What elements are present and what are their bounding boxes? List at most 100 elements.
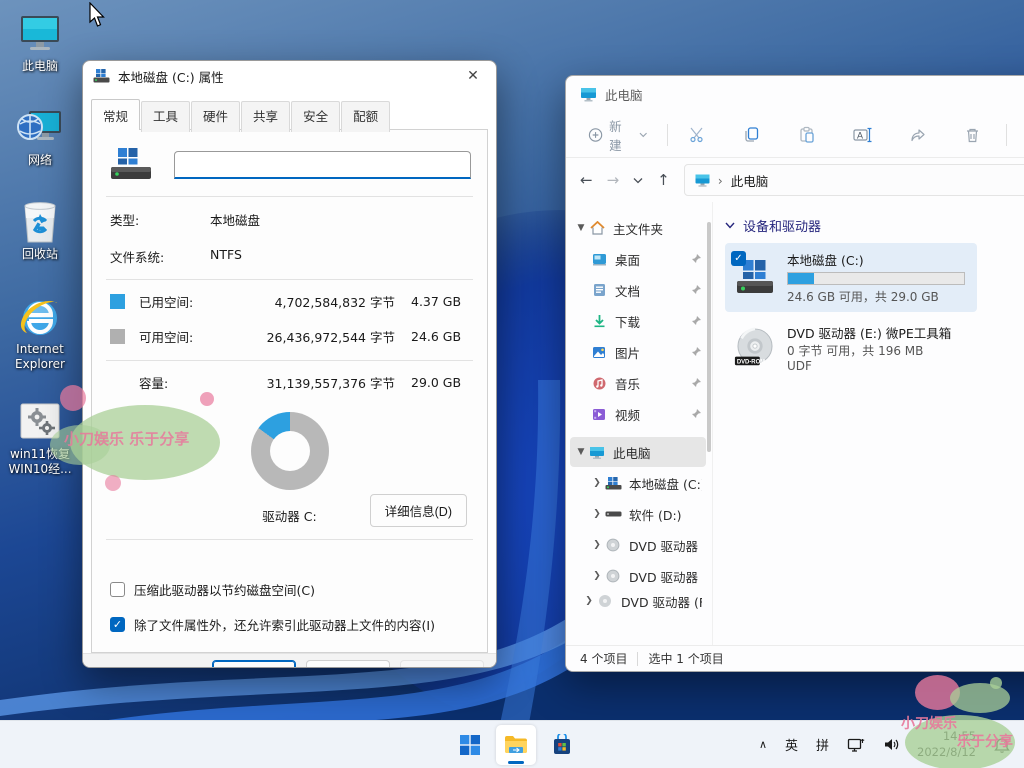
sidebar-item-desktop[interactable]: 桌面	[586, 244, 706, 274]
dialog-tabs: 常规 工具 硬件 共享 安全 配额	[83, 91, 496, 130]
drive-item-dvd-e[interactable]: DVD-ROM DVD 驱动器 (E:) 微PE工具箱 0 字节 可用，共 19…	[725, 316, 977, 380]
desktop: 此电脑 网络 回收站 Internet Explorer win11恢复 WIN…	[0, 0, 1024, 768]
sidebar-item-label: 此电脑	[613, 443, 702, 462]
sidebar-item-drive-c[interactable]: ❯ 本地磁盘 (C:)	[586, 468, 706, 498]
microsoft-store-icon	[551, 734, 573, 756]
sort-button[interactable]: 排序	[1019, 110, 1024, 160]
item-checkbox[interactable]: ✓	[731, 251, 746, 266]
chevron-collapsed-icon[interactable]: ❯	[590, 478, 604, 488]
rename-button[interactable]: A	[845, 121, 880, 149]
taskbar: ∧ 英 拼 14:55 2022/8/12 z	[0, 720, 1024, 768]
compress-checkbox-row[interactable]: 压缩此驱动器以节约磁盘空间(C)	[104, 572, 475, 607]
desktop-icon-recycle-bin[interactable]: 回收站	[2, 200, 78, 262]
windows-drive-icon	[604, 477, 622, 490]
copy-button[interactable]	[735, 120, 768, 149]
sidebar-item-dvd-clipped[interactable]: ❯ DVD 驱动器 (F:)	[578, 592, 706, 610]
back-button[interactable]: ←	[580, 171, 593, 189]
trash-icon	[965, 127, 980, 143]
sidebar-item-documents[interactable]: 文档	[586, 275, 706, 305]
clock[interactable]: 14:55 2022/8/12	[911, 727, 982, 762]
taskbar-file-explorer-button[interactable]	[496, 725, 536, 765]
chevron-expanded-icon[interactable]: ▼	[574, 447, 588, 457]
sidebar-item-drive-d[interactable]: ❯ 软件 (D:)	[586, 499, 706, 529]
desktop-icon-label: 此电脑	[2, 59, 78, 74]
explorer-content: 设备和驱动器 ✓ 本地磁盘 (C:) 24.6 GB 可用，共 29.0 GB	[712, 202, 1024, 645]
disk-usage-chart: 驱动器 C: 详细信息(D)	[104, 400, 475, 529]
tab-security[interactable]: 安全	[291, 101, 340, 132]
chevron-collapsed-icon[interactable]: ❯	[590, 509, 604, 519]
share-button[interactable]	[902, 121, 935, 149]
address-bar[interactable]: › 此电脑	[684, 164, 1024, 196]
index-checkbox-row[interactable]: ✓ 除了文件属性外，还允许索引此驱动器上文件的内容(I)	[104, 607, 475, 642]
chevron-expanded-icon[interactable]: ▼	[574, 223, 588, 233]
tab-tools[interactable]: 工具	[141, 101, 190, 132]
apply-button[interactable]: 应用(A)	[400, 660, 484, 668]
recent-locations-chevron-icon[interactable]	[633, 177, 643, 184]
compress-checkbox-label: 压缩此驱动器以节约磁盘空间(C)	[134, 580, 315, 599]
paste-button[interactable]	[790, 120, 823, 149]
download-icon	[590, 314, 608, 328]
chevron-collapsed-icon[interactable]: ❯	[590, 571, 604, 581]
forward-button[interactable]: →	[607, 171, 620, 189]
ok-button[interactable]: 确定	[212, 660, 296, 668]
this-pc-icon	[17, 12, 63, 56]
ime-pinyin-indicator[interactable]: 拼	[809, 731, 836, 758]
cut-button[interactable]	[680, 120, 713, 149]
status-item-count: 4 个项目	[580, 650, 627, 667]
new-button-label: 新建	[609, 116, 633, 154]
chevron-collapsed-icon[interactable]: ❯	[582, 596, 596, 606]
new-button[interactable]: 新建	[580, 110, 655, 160]
tab-hardware[interactable]: 硬件	[191, 101, 240, 132]
dialog-titlebar[interactable]: 本地磁盘 (C:) 属性 ✕	[83, 61, 496, 91]
start-button[interactable]	[450, 725, 490, 765]
details-button[interactable]: 详细信息(D)	[370, 494, 467, 527]
explorer-statusbar: 4 个项目 选中 1 个项目	[566, 645, 1024, 671]
sidebar-item-home[interactable]: ▼ 主文件夹	[570, 213, 706, 243]
network-icon[interactable]	[840, 733, 872, 757]
tab-quota[interactable]: 配额	[341, 101, 390, 132]
taskbar-store-button[interactable]	[542, 725, 582, 765]
tab-general[interactable]: 常规	[91, 99, 140, 130]
separator	[106, 360, 473, 361]
drive-item-local-c[interactable]: ✓ 本地磁盘 (C:) 24.6 GB 可用，共 29.0 GB	[725, 243, 977, 312]
volume-icon[interactable]	[876, 733, 907, 756]
tray-chevron-up[interactable]: ∧	[752, 734, 774, 755]
sidebar-item-videos[interactable]: 视频	[586, 399, 706, 429]
cancel-button[interactable]: 取消	[306, 660, 390, 668]
drive-format: UDF	[787, 359, 969, 373]
sidebar-item-dvd-f[interactable]: ❯ DVD 驱动器 (F:)	[586, 561, 706, 591]
gears-icon	[17, 400, 63, 444]
this-pc-small-icon	[588, 446, 606, 459]
desktop-icon-internet-explorer[interactable]: Internet Explorer	[2, 295, 78, 372]
sidebar-scrollbar[interactable]	[707, 222, 711, 452]
tab-sharing[interactable]: 共享	[241, 101, 290, 132]
explorer-titlebar[interactable]: 此电脑	[566, 76, 1024, 112]
up-button[interactable]: ↑	[657, 171, 670, 189]
sidebar-item-dvd-e[interactable]: ❯ DVD 驱动器 (E:)	[586, 530, 706, 560]
section-header-devices[interactable]: 设备和驱动器	[725, 216, 1024, 235]
drive-name-input[interactable]	[174, 151, 471, 179]
sidebar-item-downloads[interactable]: 下载	[586, 306, 706, 336]
delete-button[interactable]	[957, 121, 988, 149]
sidebar-item-label: DVD 驱动器 (E:)	[629, 536, 702, 555]
notification-bell-icon[interactable]: z	[986, 732, 1018, 757]
desktop-icon-this-pc[interactable]: 此电脑	[2, 12, 78, 74]
this-pc-small-icon	[580, 87, 597, 102]
chevron-collapsed-icon[interactable]: ❯	[590, 540, 604, 550]
general-tab-page: 类型: 本地磁盘 文件系统: NTFS 已用空间: 4,702,584,832 …	[91, 129, 488, 653]
close-icon[interactable]: ✕	[460, 65, 486, 87]
explorer-window: 此电脑 新建 A	[565, 75, 1024, 672]
index-checkbox[interactable]: ✓	[110, 617, 125, 632]
sidebar-item-pictures[interactable]: 图片	[586, 337, 706, 367]
clock-time: 14:55	[917, 729, 976, 745]
sidebar-item-music[interactable]: 音乐	[586, 368, 706, 398]
status-selected-count: 选中 1 个项目	[648, 650, 723, 667]
desktop-icon-win11-restore[interactable]: win11恢复 WIN10经...	[2, 400, 78, 477]
desktop-icon-network[interactable]: 网络	[2, 106, 78, 168]
compress-checkbox[interactable]	[110, 582, 125, 597]
drive-caption: 驱动器 C:	[262, 506, 316, 525]
ime-language-mode[interactable]: 英	[778, 731, 805, 758]
type-label: 类型:	[110, 210, 210, 229]
sidebar-item-this-pc[interactable]: ▼ 此电脑	[570, 437, 706, 467]
breadcrumb-root[interactable]: 此电脑	[731, 171, 769, 190]
